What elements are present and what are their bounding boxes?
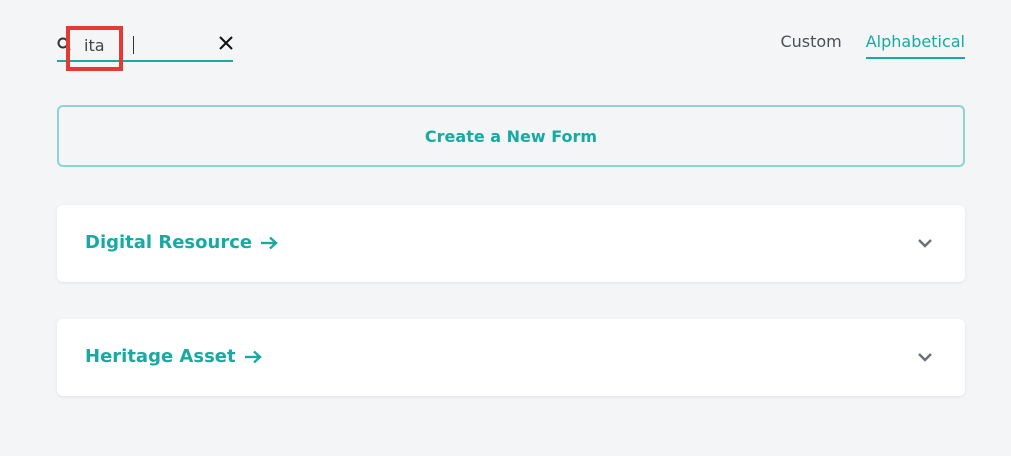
create-new-form-label: Create a New Form <box>424 126 598 146</box>
close-icon[interactable] <box>219 36 233 50</box>
chevron-down-icon[interactable] <box>917 236 933 250</box>
form-card-digital-resource: Digital Resource <box>57 205 965 282</box>
arrow-right-icon <box>244 350 262 363</box>
form-link-digital-resource[interactable]: Digital Resource <box>85 232 278 253</box>
form-link-heritage-asset[interactable]: Heritage Asset <box>85 346 262 367</box>
chevron-down-icon[interactable] <box>917 350 933 364</box>
sort-tabs: Custom Alphabetical <box>780 32 965 59</box>
highlight-box <box>66 26 123 71</box>
form-list-page: Custom Alphabetical Create a New Form Di… <box>0 0 1011 456</box>
create-new-form-button[interactable]: Create a New Form <box>57 105 965 167</box>
text-caret <box>133 36 134 54</box>
form-name: Digital Resource <box>85 232 253 253</box>
arrow-right-icon <box>261 236 278 249</box>
form-name: Heritage Asset <box>85 346 236 367</box>
form-card-heritage-asset: Heritage Asset <box>57 319 965 396</box>
sort-tab-custom[interactable]: Custom <box>780 32 841 59</box>
sort-tab-alphabetical[interactable]: Alphabetical <box>865 32 965 59</box>
